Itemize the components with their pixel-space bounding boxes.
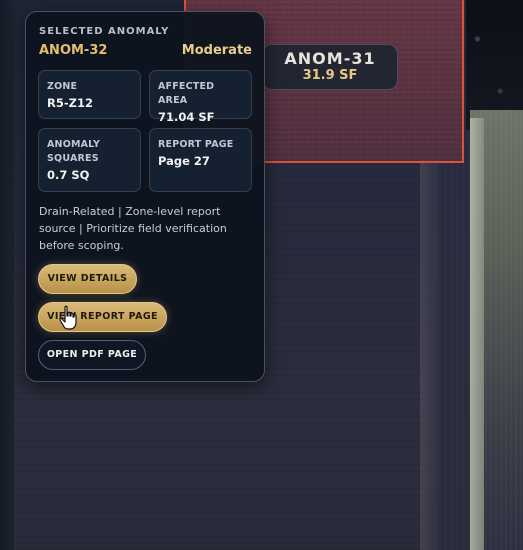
selected-anomaly-card: SELECTED ANOMALY ANOM-32 Moderate ZONE R… xyxy=(25,11,265,382)
anomaly-squares-tile: ANOMALY SQUARES 0.7 SQ xyxy=(38,128,141,192)
affected-area-tile: AFFECTED AREA 71.04 SF xyxy=(149,70,252,124)
anomaly-label-id: ANOM-31 xyxy=(284,49,376,68)
view-report-page-button[interactable]: VIEW REPORT PAGE xyxy=(38,302,167,332)
parapet-wall xyxy=(420,160,438,550)
card-heading: SELECTED ANOMALY xyxy=(39,26,170,37)
tile-label: ANOMALY SQUARES xyxy=(47,139,101,164)
tile-value: 0.7 SQ xyxy=(47,168,90,182)
anomaly-description: Drain-Related | Zone-level report source… xyxy=(39,205,227,252)
tile-value: R5-Z12 xyxy=(47,96,93,110)
anomaly-label-anom-31[interactable]: ANOM-31 31.9 SF xyxy=(262,44,398,90)
tile-label: REPORT PAGE xyxy=(158,139,234,150)
tile-value: Page 27 xyxy=(158,154,210,168)
severity-label: Moderate xyxy=(181,43,252,58)
wall-edge xyxy=(470,118,484,550)
open-pdf-page-button[interactable]: OPEN PDF PAGE xyxy=(38,340,146,370)
tile-label: ZONE xyxy=(47,81,78,92)
anomaly-label-area: 31.9 SF xyxy=(302,68,358,83)
view-details-button[interactable]: VIEW DETAILS xyxy=(38,264,137,294)
report-page-tile: REPORT PAGE Page 27 xyxy=(149,128,252,192)
map-edge xyxy=(0,0,14,550)
anomaly-id: ANOM-32 xyxy=(39,43,108,58)
tile-label: AFFECTED AREA xyxy=(158,81,215,106)
roof-map[interactable]: ANOM-31 31.9 SF SELECTED ANOMALY ANOM-32… xyxy=(0,0,523,550)
zone-tile: ZONE R5-Z12 xyxy=(38,70,141,119)
tile-value: 71.04 SF xyxy=(158,110,215,124)
